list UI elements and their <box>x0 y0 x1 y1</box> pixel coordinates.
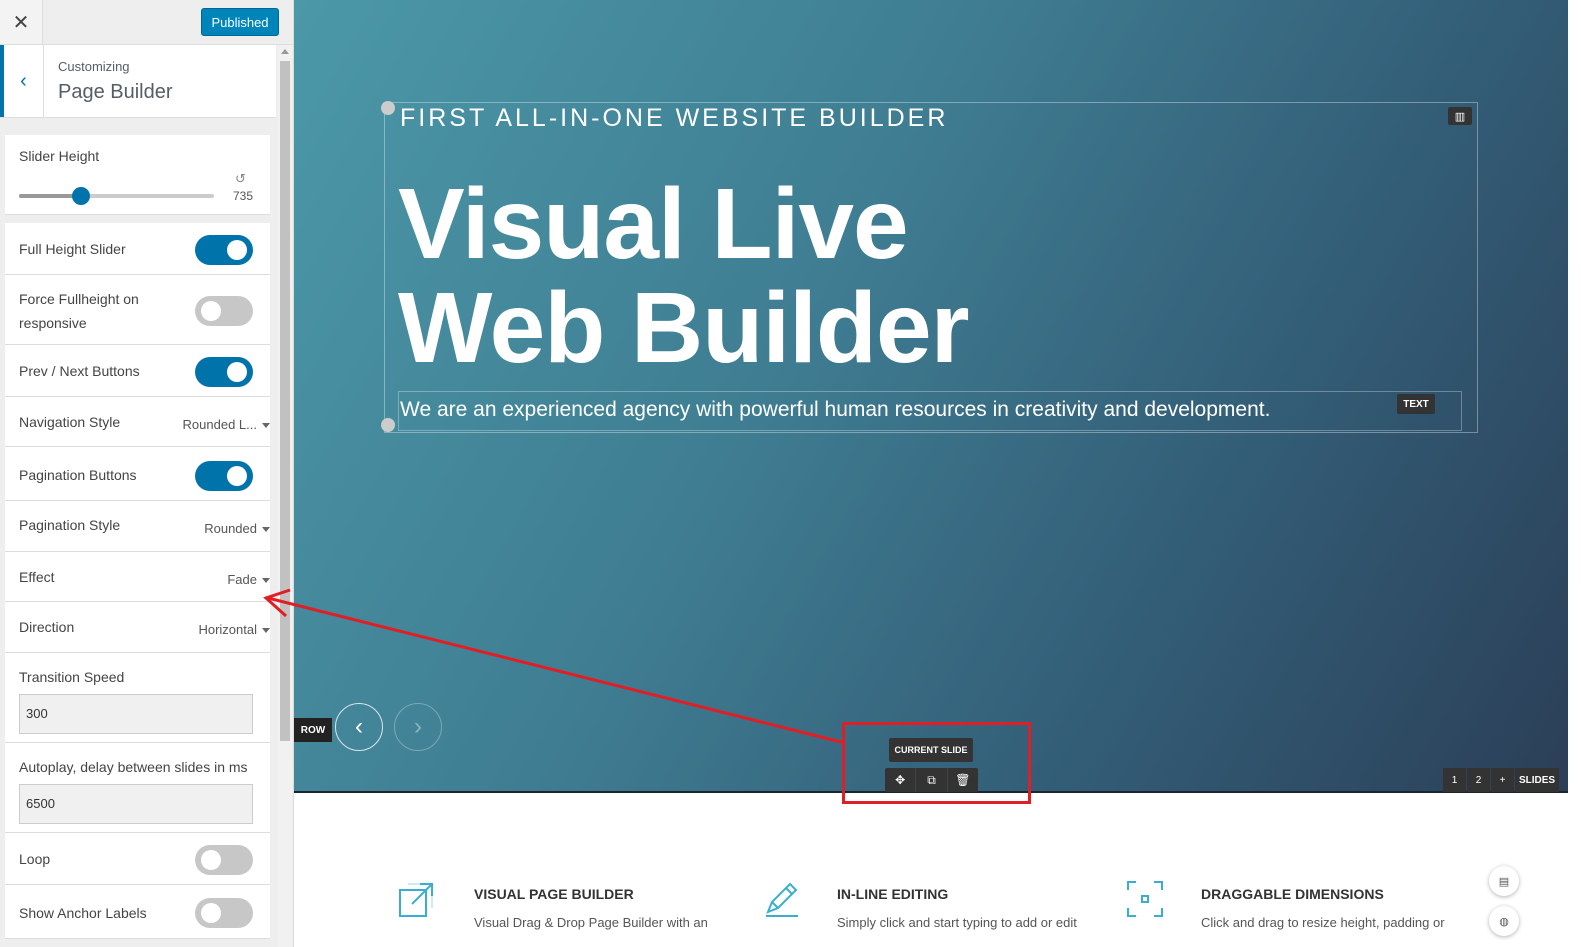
direction-value: Horizontal <box>198 622 257 637</box>
loop-control: Loop <box>5 833 270 885</box>
navigation-style-select[interactable]: Rounded L... <box>183 417 270 432</box>
navigation-style-value: Rounded L... <box>182 417 257 432</box>
feature-desc: Visual Drag & Drop Page Builder with an <box>474 915 708 930</box>
force-fullheight-control: Force Fullheight on responsive <box>5 275 270 345</box>
full-height-control: Full Height Slider <box>5 223 270 275</box>
autoplay-input[interactable]: 6500 <box>19 784 253 824</box>
slider-height-range[interactable] <box>19 187 214 205</box>
pagination-style-select[interactable]: Rounded <box>204 521 270 536</box>
navigation-style-label: Navigation Style <box>19 414 121 430</box>
chevron-left-icon: ‹ <box>355 713 363 740</box>
loop-toggle[interactable] <box>195 845 253 875</box>
slides-label: SLIDES <box>1515 768 1559 792</box>
customizing-label: Customizing <box>58 59 130 74</box>
resize-frame-icon <box>1127 881 1163 917</box>
effect-select[interactable]: Fade <box>227 572 270 587</box>
expand-icon <box>399 883 433 917</box>
resize-handle-top[interactable] <box>381 101 395 115</box>
force-fullheight-label-1: Force Fullheight on <box>19 291 139 307</box>
chevron-down-icon <box>262 628 270 634</box>
direction-control: Direction Horizontal <box>5 602 270 653</box>
feature-title: VISUAL PAGE BUILDER <box>474 886 634 902</box>
loop-label: Loop <box>19 851 51 867</box>
reset-icon[interactable]: ↺ <box>235 171 246 187</box>
pagination-style-control: Pagination Style Rounded <box>5 501 270 552</box>
slider-height-value: 735 <box>233 189 254 203</box>
feature-desc: Simply click and start typing to add or … <box>837 915 1077 930</box>
close-icon[interactable]: ✕ <box>0 0 43 44</box>
hero-slider: ▥ FIRST ALL-IN-ONE WEBSITE BUILDER Visua… <box>294 0 1568 793</box>
text-badge[interactable]: TEXT <box>1397 394 1435 414</box>
anchor-labels-toggle[interactable] <box>195 898 253 928</box>
customizer-sidebar: ✕ Published ‹ Customizing Page Builder S… <box>0 0 294 947</box>
hero-eyebrow[interactable]: FIRST ALL-IN-ONE WEBSITE BUILDER <box>400 104 948 133</box>
controls-list: Slider Height ↺ 735 Full Height Slider F… <box>0 135 276 947</box>
pencil-icon <box>766 882 798 917</box>
slides-pagination: 1 2 + SLIDES <box>1442 768 1559 792</box>
feature-desc: Click and drag to resize height, padding… <box>1201 915 1445 930</box>
force-fullheight-label-2: responsive <box>19 315 87 331</box>
effect-label: Effect <box>19 569 55 585</box>
add-slide-button[interactable]: + <box>1491 768 1514 792</box>
navigation-style-control: Navigation Style Rounded L... <box>5 397 270 447</box>
panel-title: Page Builder <box>58 81 173 103</box>
chevron-down-icon <box>262 527 270 533</box>
pagination-style-value: Rounded <box>204 521 257 536</box>
globe-icon[interactable]: ◍ <box>1489 906 1519 936</box>
force-fullheight-toggle[interactable] <box>195 296 253 326</box>
pagination-buttons-control: Pagination Buttons <box>5 447 270 501</box>
direction-label: Direction <box>19 619 75 635</box>
sidebar-scrollbar[interactable] <box>278 45 292 947</box>
chevron-right-icon: › <box>414 713 422 740</box>
slider-height-thumb[interactable] <box>72 187 91 205</box>
slider-next-button[interactable]: › <box>394 703 442 751</box>
back-icon[interactable]: ‹ <box>0 45 44 117</box>
feature-title: DRAGGABLE DIMENSIONS <box>1201 886 1384 902</box>
hero-headline[interactable]: Visual Live Web Builder <box>398 168 970 384</box>
site-preview: ▥ FIRST ALL-IN-ONE WEBSITE BUILDER Visua… <box>294 0 1581 947</box>
document-icon[interactable]: ▤ <box>1489 866 1519 896</box>
pagination-buttons-label: Pagination Buttons <box>19 467 137 483</box>
slider-height-control: Slider Height ↺ 735 <box>5 135 270 215</box>
transition-speed-label: Transition Speed <box>19 669 125 685</box>
slider-prev-button[interactable]: ‹ <box>335 703 383 751</box>
autoplay-label: Autoplay, delay between slides in ms <box>19 759 248 775</box>
anchor-labels-control: Show Anchor Labels <box>5 885 270 939</box>
annotation-highlight-box <box>842 722 1031 804</box>
slider-height-label: Slider Height <box>19 148 100 164</box>
transition-speed-input[interactable]: 300 <box>19 694 253 734</box>
prev-next-control: Prev / Next Buttons <box>5 345 270 397</box>
hero-subline[interactable]: We are an experienced agency with powerf… <box>400 398 1270 422</box>
chevron-down-icon <box>262 578 270 584</box>
resize-handle-bottom[interactable] <box>381 418 395 432</box>
prev-next-toggle[interactable] <box>195 357 253 387</box>
pagination-buttons-toggle[interactable] <box>195 461 253 491</box>
feature-title: IN-LINE EDITING <box>837 886 949 902</box>
effect-value: Fade <box>227 572 257 587</box>
slide-page-2[interactable]: 2 <box>1467 768 1490 792</box>
headline-line-2: Web Builder <box>398 272 970 384</box>
chevron-down-icon <box>262 423 270 429</box>
effect-control: Effect Fade <box>5 552 270 602</box>
anchor-labels-label: Show Anchor Labels <box>19 905 147 921</box>
transition-speed-control: Transition Speed 300 <box>5 653 270 743</box>
full-height-toggle[interactable] <box>195 235 253 265</box>
direction-select[interactable]: Horizontal <box>198 622 270 637</box>
full-height-label: Full Height Slider <box>19 241 126 257</box>
customizer-header: ✕ Published <box>0 0 293 45</box>
autoplay-control: Autoplay, delay between slides in ms 650… <box>5 743 270 833</box>
publish-button[interactable]: Published <box>201 8 279 36</box>
panel-info: ‹ Customizing Page Builder <box>0 45 276 118</box>
scrollbar-thumb[interactable] <box>280 61 290 741</box>
prev-next-label: Prev / Next Buttons <box>19 363 140 379</box>
headline-line-1: Visual Live <box>398 168 909 280</box>
columns-icon[interactable]: ▥ <box>1448 107 1472 125</box>
scroll-up-icon[interactable] <box>281 49 289 54</box>
slide-page-1[interactable]: 1 <box>1443 768 1466 792</box>
pagination-style-label: Pagination Style <box>19 517 121 533</box>
row-badge[interactable]: ROW <box>294 718 332 742</box>
